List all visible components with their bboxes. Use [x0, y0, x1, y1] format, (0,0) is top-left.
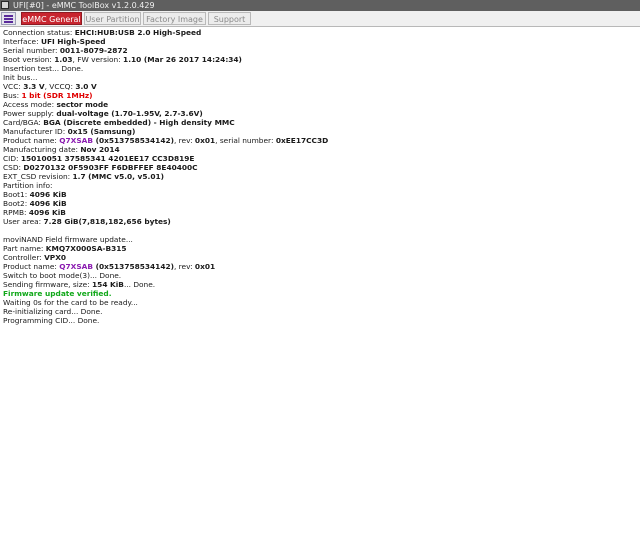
log-line: Switch to boot mode(3)... Done. [3, 271, 122, 280]
log-line: Re-initializing card... Done. [3, 307, 103, 316]
log-line: Power supply: dual-voltage (1.70-1.95V, … [3, 109, 203, 118]
log-line: Product name: Q7XSAB (0x513758534142), r… [3, 262, 216, 271]
log-line: User area: 7.28 GiB(7,818,182,656 bytes) [3, 217, 171, 226]
log-line: Manufacturer ID: 0x15 (Samsung) [3, 127, 136, 136]
hamburger-menu-icon[interactable] [1, 12, 16, 25]
log-line: CSD: D0270132 0F5903FF F6DBFFEF 8E40400C [3, 163, 198, 172]
log-line: Part name: KMQ7X000SA-B315 [3, 244, 127, 253]
log-line: Waiting 0s for the card to be ready... [3, 298, 138, 307]
log-line: Init bus... [3, 73, 38, 82]
log-line: Access mode: sector mode [3, 100, 109, 109]
log-line: Product name: Q7XSAB (0x513758534142), r… [3, 136, 329, 145]
log-line: Bus: 1 bit (SDR 1MHz) [3, 91, 93, 100]
log-line: RPMB: 4096 KiB [3, 208, 66, 217]
log-line: Sending firmware, size: 154 KiB... Done. [3, 280, 156, 289]
log-blank-line [3, 226, 633, 235]
log-line: VCC: 3.3 V, VCCQ: 3.0 V [3, 82, 97, 91]
log-line: Boot version: 1.03, FW version: 1.10 (Ma… [3, 55, 242, 64]
log-line: Interface: UFI High-Speed [3, 37, 106, 46]
log-line-success: Firmware update verified. [3, 289, 112, 298]
tab-support[interactable]: Support [208, 12, 251, 25]
log-line: Partition info: [3, 181, 53, 190]
log-line: Controller: VPX0 [3, 253, 67, 262]
log-line: Connection status: EHCI:HUB:USB 2.0 High… [3, 28, 202, 37]
log-line: Boot1: 4096 KiB [3, 190, 67, 199]
log-line: moviNAND Field firmware update... [3, 235, 133, 244]
window-title: UFI[#0] - eMMC ToolBox v1.2.0.429 [13, 1, 155, 10]
tab-user-partition[interactable]: User Partition [84, 12, 141, 25]
tab-factory-image[interactable]: Factory Image [143, 12, 206, 25]
log-output: Connection status: EHCI:HUB:USB 2.0 High… [3, 28, 633, 325]
tab-emmc-general[interactable]: eMMC General [21, 12, 82, 25]
toolbar: eMMC General User Partition Factory Imag… [0, 11, 640, 27]
log-line: Insertion test... Done. [3, 64, 84, 73]
log-line: EXT_CSD revision: 1.7 (MMC v5.0, v5.01) [3, 172, 164, 181]
log-line: Serial number: 0011-8079-2872 [3, 46, 128, 55]
log-line: Boot2: 4096 KiB [3, 199, 67, 208]
title-bar: UFI[#0] - eMMC ToolBox v1.2.0.429 [0, 0, 640, 11]
app-icon [1, 1, 9, 9]
log-line: Manufacturing date: Nov 2014 [3, 145, 120, 154]
log-line: Card/BGA: BGA (Discrete embedded) - High… [3, 118, 235, 127]
log-line: Programming CID... Done. [3, 316, 100, 325]
log-line: CID: 15010051 37585341 4201EE17 CC3D819E [3, 154, 195, 163]
